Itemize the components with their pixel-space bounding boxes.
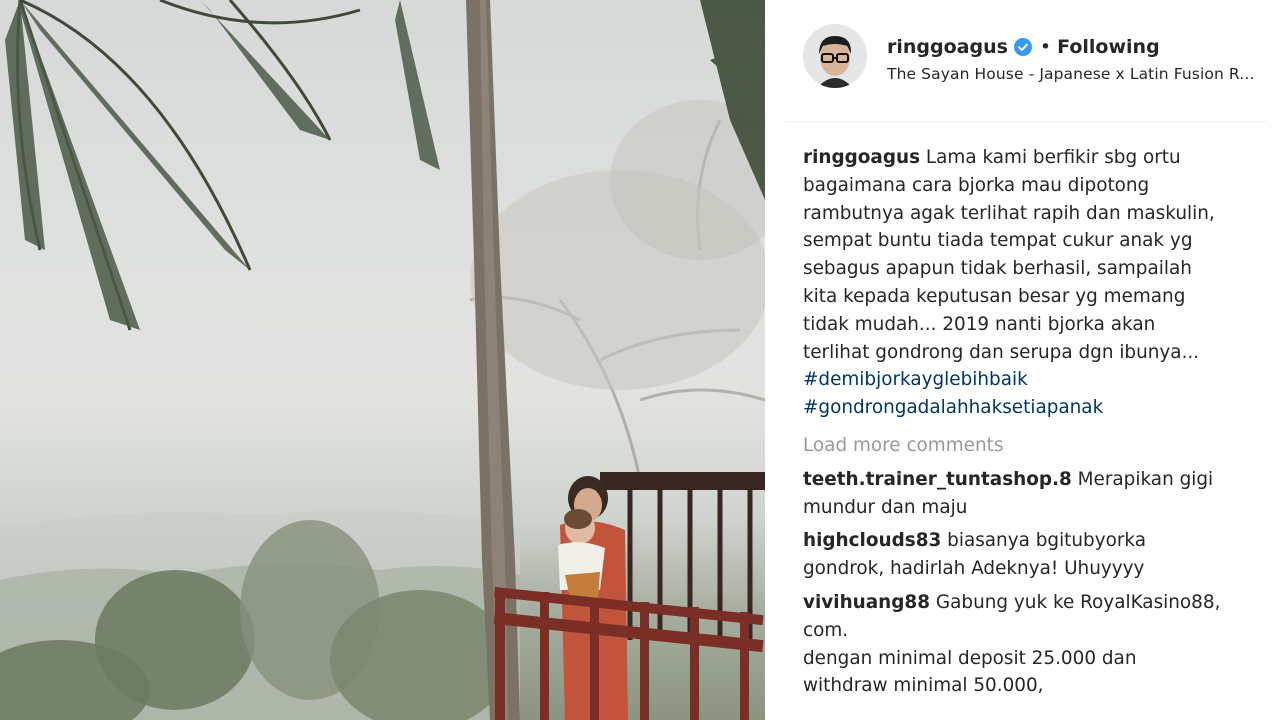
comment-username[interactable]: vivihuang88 <box>803 592 930 613</box>
header-username[interactable]: ringgoagus <box>887 36 1008 58</box>
separator-dot: • <box>1039 36 1052 58</box>
hashtag-link[interactable]: #demibjorkayglebihbaik <box>803 366 1263 394</box>
caption-text-line: rambutnya agak terlihat rapih dan maskul… <box>803 202 1215 224</box>
header-divider <box>785 121 1266 122</box>
comment-username[interactable]: teeth.trainer_tuntashop.8 <box>803 469 1072 490</box>
comment-first-line: teeth.trainer_tuntashop.8 Merapikan gigi <box>803 466 1263 494</box>
comment-username[interactable]: highclouds83 <box>803 530 941 551</box>
comment-text: biasanya bgitubyorka <box>947 530 1147 552</box>
post-header: ringgoagus • Following The Sayan House -… <box>803 24 1263 94</box>
comment-text: Merapikan gigi <box>1077 468 1214 490</box>
comment-text: Gabung yuk ke RoyalKasino88, <box>935 591 1221 613</box>
post-side-panel: ringgoagus • Following The Sayan House -… <box>765 0 1280 720</box>
comments-section: ringgoagus Lama kami berfikir sbg ortu b… <box>803 144 1263 706</box>
post-photo-scene <box>0 0 765 720</box>
caption-text-line: sebagus apapun tidak berhasil, sampailah <box>803 258 1192 280</box>
comment-first-line: vivihuang88 Gabung yuk ke RoyalKasino88, <box>803 589 1263 617</box>
caption-username[interactable]: ringgoagus <box>803 147 920 168</box>
caption-text-line: Lama kami berfikir sbg ortu <box>925 147 1181 168</box>
caption-text-line: kita kepada keputusan besar yg memang <box>803 285 1186 307</box>
verified-badge-icon <box>1013 38 1032 56</box>
comment-item: teeth.trainer_tuntashop.8 Merapikan gigi… <box>803 466 1263 522</box>
avatar[interactable] <box>803 24 867 88</box>
location-link[interactable]: The Sayan House - Japanese x Latin Fusio… <box>887 65 1263 83</box>
avatar-portrait-icon <box>803 24 867 88</box>
caption-text-line: terlihat gondrong dan serupa dgn ibunya.… <box>803 341 1200 363</box>
caption: ringgoagus Lama kami berfikir sbg ortu b… <box>803 144 1263 422</box>
comment-text: gondrok, hadirlah Adeknya! Uhuyyyy <box>803 558 1145 580</box>
load-more-comments-button[interactable]: Load more comments <box>803 432 1263 460</box>
caption-text-line: bagaimana cara bjorka mau dipotong <box>803 174 1150 196</box>
comment-text: withdraw minimal 50.000, <box>803 675 1044 697</box>
post-photo[interactable] <box>0 0 765 720</box>
following-button[interactable]: Following <box>1057 36 1160 58</box>
hashtag-link[interactable]: #gondrongadalahhaksetiapanak <box>803 394 1263 422</box>
comment-text: dengan minimal deposit 25.000 dan <box>803 647 1137 669</box>
comment-text: com. <box>803 619 849 641</box>
caption-text-line: sempat buntu tiada tempat cukur anak yg <box>803 230 1193 252</box>
comment-first-line: highclouds83 biasanya bgitubyorka <box>803 527 1263 555</box>
comment-item: vivihuang88 Gabung yuk ke RoyalKasino88,… <box>803 589 1263 700</box>
comment-item: highclouds83 biasanya bgitubyorka gondro… <box>803 527 1263 583</box>
comment-text: mundur dan maju <box>803 496 968 518</box>
header-username-line: ringgoagus • Following <box>887 34 1160 60</box>
caption-text-line: tidak mudah... 2019 nanti bjorka akan <box>803 313 1156 335</box>
caption-first-line: ringgoagus Lama kami berfikir sbg ortu <box>803 144 1263 172</box>
